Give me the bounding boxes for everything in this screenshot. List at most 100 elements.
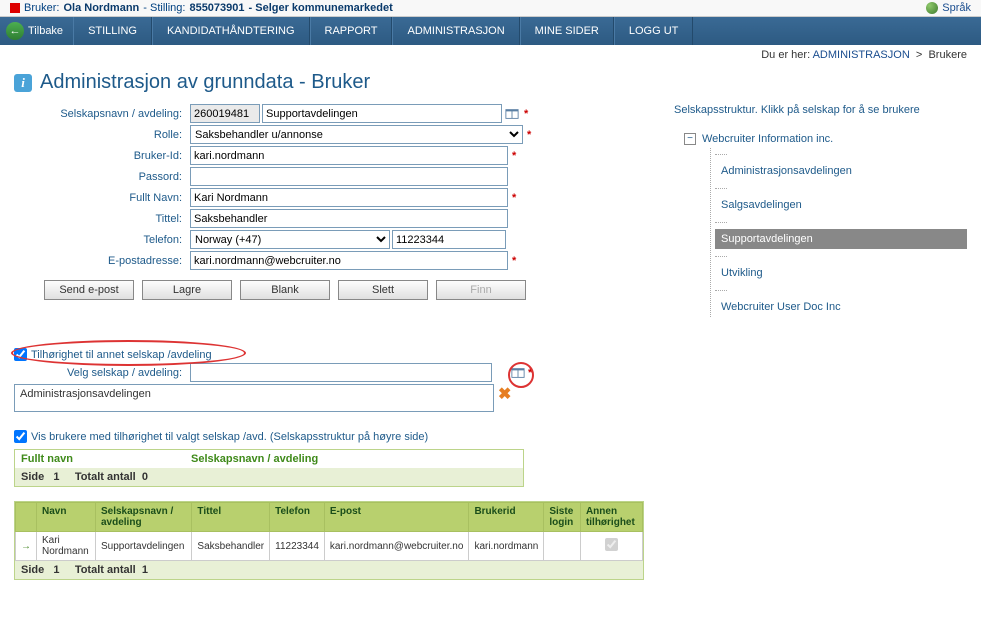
grid1-footer: Side 1 Totalt antall 0	[15, 468, 523, 486]
password-label: Passord:	[14, 171, 190, 183]
fullname-label: Fullt Navn:	[14, 192, 190, 204]
tree-child-2[interactable]: Supportavdelingen	[715, 229, 967, 249]
tree-collapse-icon[interactable]: −	[684, 133, 696, 145]
role-select[interactable]: Saksbehandler u/annonse	[190, 125, 523, 144]
userid-input[interactable]	[190, 146, 508, 165]
nav-stilling[interactable]: STILLING	[73, 17, 152, 45]
grid2-col-phone[interactable]: Telefon	[270, 503, 325, 532]
find-button: Finn	[436, 280, 526, 300]
users-grid-2: Navn Selskapsnavn / avdeling Tittel Tele…	[14, 501, 644, 580]
grid2-col-email[interactable]: E-post	[324, 503, 469, 532]
email-input[interactable]	[190, 251, 508, 270]
userid-label: Bruker-Id:	[14, 150, 190, 162]
nav-rapport[interactable]: RAPPORT	[310, 17, 393, 45]
page-title: Administrasjon av grunndata - Bruker	[40, 71, 370, 94]
globe-icon	[926, 2, 938, 14]
company-label: Selskapsnavn / avdeling:	[14, 108, 190, 120]
affiliation-label: Tilhørighet til annet selskap /avdeling	[31, 349, 212, 361]
grid2-footer: Side 1 Totalt antall 1	[15, 561, 643, 579]
email-label: E-postadresse:	[14, 255, 190, 267]
title-input[interactable]	[190, 209, 508, 228]
cell-title: Saksbehandler	[192, 532, 270, 561]
nav-kandidat[interactable]: KANDIDATHÅNDTERING	[152, 17, 310, 45]
tree-child-3[interactable]: Utvikling	[715, 263, 967, 283]
title-label: Tittel:	[14, 213, 190, 225]
select-company-label: Velg selskap / avdeling:	[14, 367, 190, 379]
tree-child-1[interactable]: Salgsavdelingen	[715, 195, 967, 215]
tree-child-4[interactable]: Webcruiter User Doc Inc	[715, 297, 967, 317]
top-bar: Bruker: Ola Nordmann - Stilling: 8550739…	[0, 0, 981, 17]
required-marker: *	[512, 192, 516, 204]
grid2-col-lastlogin[interactable]: Siste login	[544, 503, 581, 532]
users-grid-1: Fullt navn Selskapsnavn / avdeling Side …	[14, 449, 524, 487]
nav-bar: ← Tilbake STILLING KANDIDATHÅNDTERING RA…	[0, 17, 981, 45]
table-row: → Kari Nordmann Supportavdelingen Saksbe…	[16, 532, 643, 561]
cell-email: kari.nordmann@webcruiter.no	[324, 532, 469, 561]
breadcrumb: Du er her: ADMINISTRASJON > Brukere	[0, 45, 981, 65]
back-label: Tilbake	[28, 25, 63, 37]
select-company-input[interactable]	[190, 363, 492, 382]
nav-logg-ut[interactable]: LOGG UT	[614, 17, 694, 45]
back-arrow-icon: ←	[6, 22, 24, 40]
grid2-col-dept[interactable]: Selskapsnavn / avdeling	[95, 503, 191, 532]
grid2-col-name[interactable]: Navn	[37, 503, 96, 532]
company-tree: − Webcruiter Information inc. Administra…	[684, 130, 967, 317]
cell-other-checkbox	[605, 538, 618, 551]
user-info: Bruker: Ola Nordmann - Stilling: 8550739…	[10, 2, 393, 14]
user-name: Ola Nordmann	[63, 2, 139, 14]
select-company-lookup-icon[interactable]	[510, 365, 526, 381]
cell-lastlogin	[544, 532, 581, 561]
required-marker: *	[512, 150, 516, 162]
cell-userid: kari.nordmann	[469, 532, 544, 561]
tree-title: Selskapsstruktur. Klikk på selskap for å…	[674, 104, 967, 116]
position-role: - Selger kommunemarkedet	[249, 2, 393, 14]
page-title-row: i Administrasjon av grunndata - Bruker	[14, 71, 967, 94]
required-marker: *	[527, 129, 531, 141]
cell-phone: 11223344	[270, 532, 325, 561]
cell-dept: Supportavdelingen	[95, 532, 191, 561]
grid2-col-other[interactable]: Annen tilhørighet	[580, 503, 642, 532]
back-button[interactable]: ← Tilbake	[6, 17, 73, 45]
grid1-col-fullname[interactable]: Fullt navn	[15, 450, 185, 468]
company-lookup-icon[interactable]	[504, 106, 520, 122]
company-name-input[interactable]	[262, 104, 502, 123]
app-icon	[10, 3, 20, 13]
tree-root[interactable]: − Webcruiter Information inc.	[684, 130, 967, 148]
fullname-input[interactable]	[190, 188, 508, 207]
remove-affiliation-icon[interactable]: ✖	[498, 384, 511, 404]
grid2-col-title[interactable]: Tittel	[192, 503, 270, 532]
save-button[interactable]: Lagre	[142, 280, 232, 300]
affiliation-list[interactable]: Administrasjonsavdelingen	[14, 384, 494, 412]
grid2-col-userid[interactable]: Brukerid	[469, 503, 544, 532]
password-input[interactable]	[190, 167, 508, 186]
phone-label: Telefon:	[14, 234, 190, 246]
blank-button[interactable]: Blank	[240, 280, 330, 300]
affiliation-checkbox[interactable]	[14, 348, 27, 361]
phone-country-select[interactable]: Norway (+47)	[190, 230, 390, 249]
breadcrumb-l2: Brukere	[928, 49, 967, 61]
breadcrumb-prefix: Du er her:	[761, 49, 810, 61]
nav-mine-sider[interactable]: MINE SIDER	[520, 17, 614, 45]
delete-button[interactable]: Slett	[338, 280, 428, 300]
row-select-icon[interactable]: →	[16, 532, 37, 561]
send-email-button[interactable]: Send e-post	[44, 280, 134, 300]
position-id: 855073901	[189, 2, 244, 14]
required-marker: *	[528, 367, 532, 379]
language-selector[interactable]: Språk	[926, 2, 971, 14]
affiliation-list-item: Administrasjonsavdelingen	[20, 388, 151, 400]
nav-admin[interactable]: ADMINISTRASJON	[392, 17, 519, 45]
breadcrumb-l1[interactable]: ADMINISTRASJON	[813, 49, 910, 61]
info-icon: i	[14, 74, 32, 92]
breadcrumb-sep: >	[916, 49, 922, 61]
show-users-checkbox[interactable]	[14, 430, 27, 443]
role-label: Rolle:	[14, 129, 190, 141]
company-code-input[interactable]	[190, 104, 260, 123]
tree-child-0[interactable]: Administrasjonsavdelingen	[715, 161, 967, 181]
phone-input[interactable]	[392, 230, 506, 249]
cell-name: Kari Nordmann	[37, 532, 96, 561]
user-label: Bruker:	[24, 2, 59, 14]
required-marker: *	[512, 255, 516, 267]
show-users-label: Vis brukere med tilhørighet til valgt se…	[31, 431, 428, 443]
required-marker: *	[524, 108, 528, 120]
grid1-col-dept[interactable]: Selskapsnavn / avdeling	[185, 450, 324, 468]
